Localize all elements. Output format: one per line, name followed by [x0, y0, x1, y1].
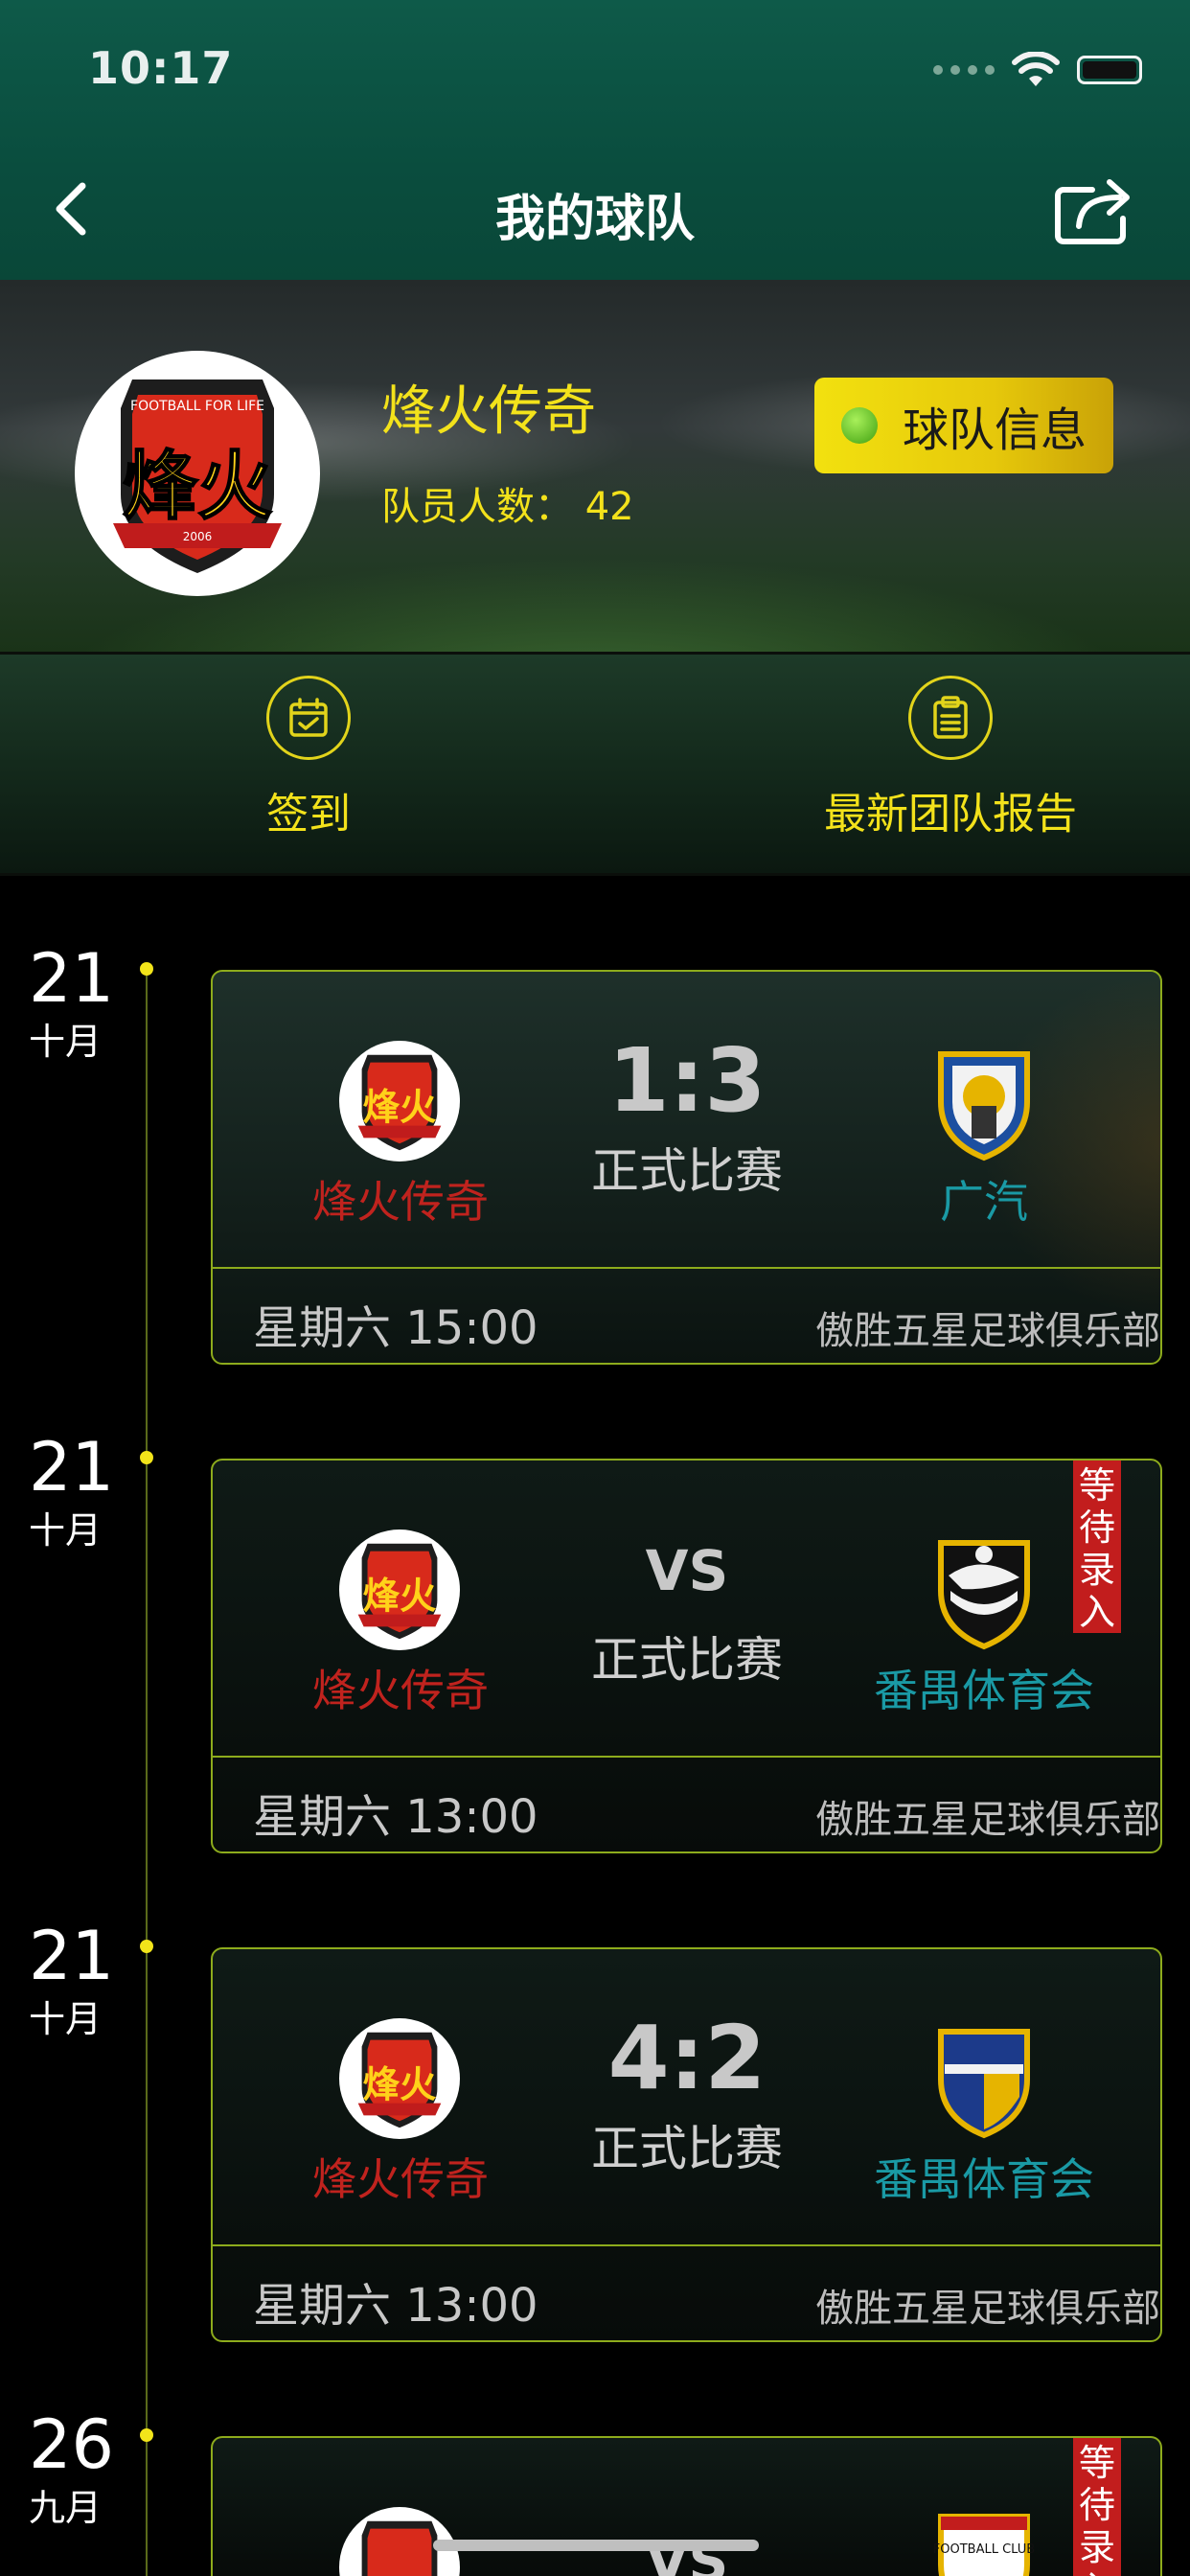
- away-team-logo: FOOTBALL CLUB: [924, 2507, 1044, 2576]
- match-time: 星期六 15:00: [253, 1301, 538, 1355]
- member-count: 队员人数： 42: [381, 475, 634, 531]
- status-time: 10:17: [88, 42, 234, 94]
- timeline-dot: [140, 1451, 153, 1464]
- pending-badge: 等待录入: [1073, 2438, 1121, 2576]
- calendar-check-icon: [266, 676, 351, 760]
- status-icons: [933, 52, 1142, 88]
- match-vs: VS: [645, 1538, 729, 1603]
- logo-char: 烽火: [363, 2064, 437, 2107]
- match-venue: 傲胜五星足球俱乐部: [815, 1309, 1160, 1353]
- home-indicator: [433, 2540, 759, 2551]
- card-divider: [213, 1267, 1160, 1269]
- share-icon[interactable]: [1050, 169, 1142, 249]
- match-month: 十月: [29, 1509, 103, 1552]
- logo-motto: FOOTBALL FOR LIFE: [130, 399, 264, 414]
- checkin-button[interactable]: 签到: [251, 676, 366, 840]
- logo-char: 烽火: [123, 444, 272, 530]
- away-team-logo: [924, 2022, 1044, 2143]
- team-name: 烽火传奇: [381, 380, 596, 443]
- match-day: 21: [29, 939, 115, 1018]
- match-card[interactable]: 烽火 烽火传奇 1:3 正式比赛 广汽 星期六 15:00 傲胜五星足球俱乐部: [211, 970, 1162, 1365]
- away-team-name: 广汽: [940, 1176, 1028, 1228]
- match-venue: 傲胜五星足球俱乐部: [815, 1798, 1160, 1842]
- team-info-label: 球队信息: [903, 403, 1087, 457]
- card-divider: [213, 2244, 1160, 2246]
- away-team-logo: [924, 1045, 1044, 1165]
- away-team-name: 番禺体育会: [874, 1665, 1094, 1716]
- timeline-dot: [140, 962, 153, 976]
- pending-badge: 等待录入: [1073, 1460, 1121, 1633]
- match-day: 21: [29, 1428, 115, 1506]
- logo-year: 2006: [183, 530, 213, 543]
- home-team-logo: 烽火: [339, 1041, 460, 1162]
- member-count-value: 42: [584, 485, 634, 529]
- match-month: 十月: [29, 1998, 103, 2040]
- clipboard-icon: [908, 676, 993, 760]
- actions-row: 签到 最新团队报告: [0, 652, 1190, 876]
- match-card[interactable]: VS FOOTBALL CLUB 等待录入: [211, 2436, 1162, 2576]
- match-time: 星期六 13:00: [253, 2279, 538, 2333]
- latest-report-label: 最新团队报告: [824, 790, 1077, 839]
- away-team-name: 番禺体育会: [874, 2153, 1094, 2205]
- member-count-label: 队员人数：: [381, 485, 573, 529]
- home-team-name: 烽火传奇: [312, 2153, 489, 2205]
- home-team-logo: 烽火: [339, 2018, 460, 2139]
- match-venue: 傲胜五星足球俱乐部: [815, 2287, 1160, 2331]
- team-info-button[interactable]: 球队信息: [814, 378, 1113, 473]
- battery-icon: [1077, 56, 1142, 84]
- home-team-logo: 烽火: [339, 1530, 460, 1650]
- timeline-line: [146, 968, 148, 2576]
- top-bar: 10:17 我的球队: [0, 0, 1190, 280]
- home-team-name: 烽火传奇: [312, 1665, 489, 1716]
- page-title: 我的球队: [494, 191, 695, 248]
- match-card[interactable]: 烽火 烽火传奇 4:2 正式比赛 番禺体育会 星期六 13:00 傲胜五星足球俱…: [211, 1947, 1162, 2342]
- match-score: 1:3: [607, 1029, 767, 1132]
- logo-club: FOOTBALL CLUB: [933, 2542, 1035, 2557]
- away-team-logo: [924, 1533, 1044, 1654]
- match-type: 正式比赛: [591, 1632, 783, 1688]
- home-team-name: 烽火传奇: [312, 1176, 489, 1228]
- team-logo: FOOTBALL FOR LIFE 烽火 2006: [75, 351, 320, 596]
- latest-report-button[interactable]: 最新团队报告: [816, 676, 1085, 840]
- card-divider: [213, 1756, 1160, 1758]
- team-header: FOOTBALL FOR LIFE 烽火 2006 烽火传奇 队员人数： 42 …: [0, 280, 1190, 652]
- logo-char: 烽火: [363, 1576, 437, 1619]
- match-day: 21: [29, 1917, 115, 1995]
- signal-icon: [933, 65, 995, 75]
- match-type: 正式比赛: [591, 2121, 783, 2176]
- match-card[interactable]: 烽火 烽火传奇 VS 正式比赛 番禺体育会 等待录入 星期六 13:00 傲胜五…: [211, 1459, 1162, 1853]
- wifi-icon: [1012, 52, 1060, 86]
- match-time: 星期六 13:00: [253, 1790, 538, 1844]
- checkin-label: 签到: [266, 790, 351, 839]
- match-month: 九月: [29, 2487, 103, 2529]
- logo-char: 烽火: [363, 1087, 437, 1130]
- timeline-dot: [140, 2428, 153, 2442]
- match-month: 十月: [29, 1021, 103, 1063]
- match-type: 正式比赛: [591, 1143, 783, 1199]
- timeline-dot: [140, 1940, 153, 1953]
- ball-icon: [841, 407, 878, 444]
- match-day: 26: [29, 2405, 115, 2484]
- match-score: 4:2: [607, 2007, 767, 2109]
